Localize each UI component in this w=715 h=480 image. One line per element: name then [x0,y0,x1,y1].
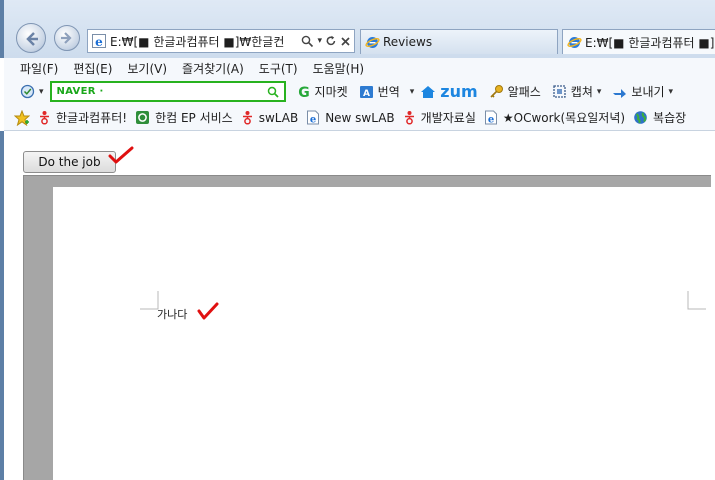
naver-search-input[interactable]: NAVER · [49,81,286,102]
naver-placeholder: NAVER · [56,86,104,97]
send-arrow-icon [613,88,627,98]
gmarket-icon: G [298,85,310,99]
favorites-bar: 한글과컴퓨터! 한컴 EP 서비스 swLAB e New swLAB 개발자료… [4,105,715,131]
send-label: 보내기 [631,85,665,99]
translate-label: 번역 [377,85,400,99]
send-button[interactable]: 보내기 ▾ [612,83,673,100]
favorites-star-button[interactable] [14,109,30,126]
favorite-label: 한글과컴퓨터! [56,111,128,125]
tab-reviews[interactable]: Reviews [360,29,558,54]
chevron-down-icon[interactable]: ▾ [410,87,415,97]
window-frame-edge [0,131,4,480]
menu-tools[interactable]: 도구(T) [259,60,298,77]
svg-text:e: e [310,115,316,126]
crop-mark-top-right [687,291,706,310]
capture-icon [553,85,566,98]
favorite-label: 한컴 EP 서비스 [155,111,233,125]
chevron-down-icon[interactable]: ▾ [597,87,602,97]
favorite-label: 개발자료실 [420,111,476,125]
ie-page-icon: e [92,34,106,49]
menu-bar: 파일(F) 편집(E) 보기(V) 즐겨찾기(A) 도구(T) 도움말(H) [4,58,715,78]
favorite-link-review[interactable]: 복습장 [633,109,686,126]
browser-title-bar: e E:₩[■ 한글과컴퓨터 ■]₩한글컨 ▾ Reviews E:₩[■ 한글… [0,0,715,58]
translate-icon: A [359,85,373,99]
svg-text:e: e [95,35,103,49]
tab-label: E:₩[■ 한글과컴퓨터 ■] [585,35,715,50]
key-icon [490,85,503,98]
home-icon [421,85,436,98]
favorite-label: New swLAB [325,110,395,125]
favorite-link-hancom[interactable]: 한글과컴퓨터! [38,109,127,126]
menu-favorites[interactable]: 즐겨찾기(A) [182,60,244,77]
ie-icon [567,36,582,48]
chevron-down-icon: ▾ [39,86,44,97]
arrow-right-icon [61,32,72,44]
favorites-star-icon [14,109,30,126]
search-icon[interactable] [267,86,279,98]
arrow-left-icon [26,32,38,46]
back-button[interactable] [16,23,46,53]
favorite-link-ocwork[interactable]: e ★OCwork(목요일저녁) [484,109,625,126]
toolbar-options-button[interactable]: ▾ [20,84,44,99]
favorite-link-hancom-ep[interactable]: 한컴 EP 서비스 [135,109,233,126]
hancom-icon [40,111,49,125]
tab-hancom-path[interactable]: E:₩[■ 한글과컴퓨터 ■] [562,29,715,54]
refresh-icon[interactable] [325,35,337,47]
forward-button[interactable] [54,25,80,51]
tab-label: Reviews [383,35,433,49]
svg-text:A: A [363,89,370,99]
ie-page-icon: e [484,110,497,126]
svg-text:G: G [298,85,310,99]
address-dropdown-icon[interactable]: ▾ [317,36,322,46]
chevron-down-icon[interactable]: ▾ [669,87,674,97]
stop-icon[interactable] [340,36,351,47]
document-text[interactable]: 가나다 [157,306,187,322]
editor-page[interactable] [53,187,711,480]
alpass-button[interactable]: 알패스 [489,83,541,100]
translate-button[interactable]: A 번역 ▾ [359,83,415,100]
do-the-job-button[interactable]: Do the job [23,151,116,173]
globe-icon [634,111,647,124]
svg-text:e: e [488,115,494,126]
search-icon[interactable] [301,35,314,48]
alpass-label: 알패스 [507,85,541,99]
command-bar: ▾ NAVER · G 지마켓 A 번역 ▾ zum 알패스 캡쳐 ▾ 보내기 … [4,78,715,105]
gmarket-label: 지마켓 [314,85,348,99]
address-bar[interactable]: e E:₩[■ 한글과컴퓨터 ■]₩한글컨 ▾ [87,29,355,53]
menu-edit[interactable]: 편집(E) [73,60,112,77]
gear-globe-icon [20,84,35,99]
capture-button[interactable]: 캡쳐 ▾ [552,83,602,100]
favorite-link-dev-archive[interactable]: 개발자료실 [403,109,476,126]
hancom-icon [242,111,252,125]
capture-label: 캡쳐 [570,85,593,99]
ie-page-icon: e [307,110,320,126]
menu-help[interactable]: 도움말(H) [313,60,365,77]
address-text[interactable]: E:₩[■ 한글과컴퓨터 ■]₩한글컨 [110,33,298,50]
favorite-label: ★OCwork(목요일저녁) [502,111,626,125]
favorite-label: swLAB [258,110,299,125]
zum-label: zum [440,82,478,101]
favorite-link-new-swlab[interactable]: e New swLAB [306,110,395,126]
hancom-icon [404,111,414,125]
ie-icon [365,36,380,48]
zum-button[interactable]: zum [420,82,478,101]
menu-file[interactable]: 파일(F) [20,60,58,77]
ep-icon [136,111,150,124]
favorite-link-swlab[interactable]: swLAB [241,110,298,125]
gmarket-button[interactable]: G 지마켓 [297,83,348,100]
menu-view[interactable]: 보기(V) [127,60,167,77]
favorite-label: 복습장 [653,111,687,125]
checkmark-annotation-icon [108,146,134,164]
checkmark-annotation-icon [197,302,219,320]
